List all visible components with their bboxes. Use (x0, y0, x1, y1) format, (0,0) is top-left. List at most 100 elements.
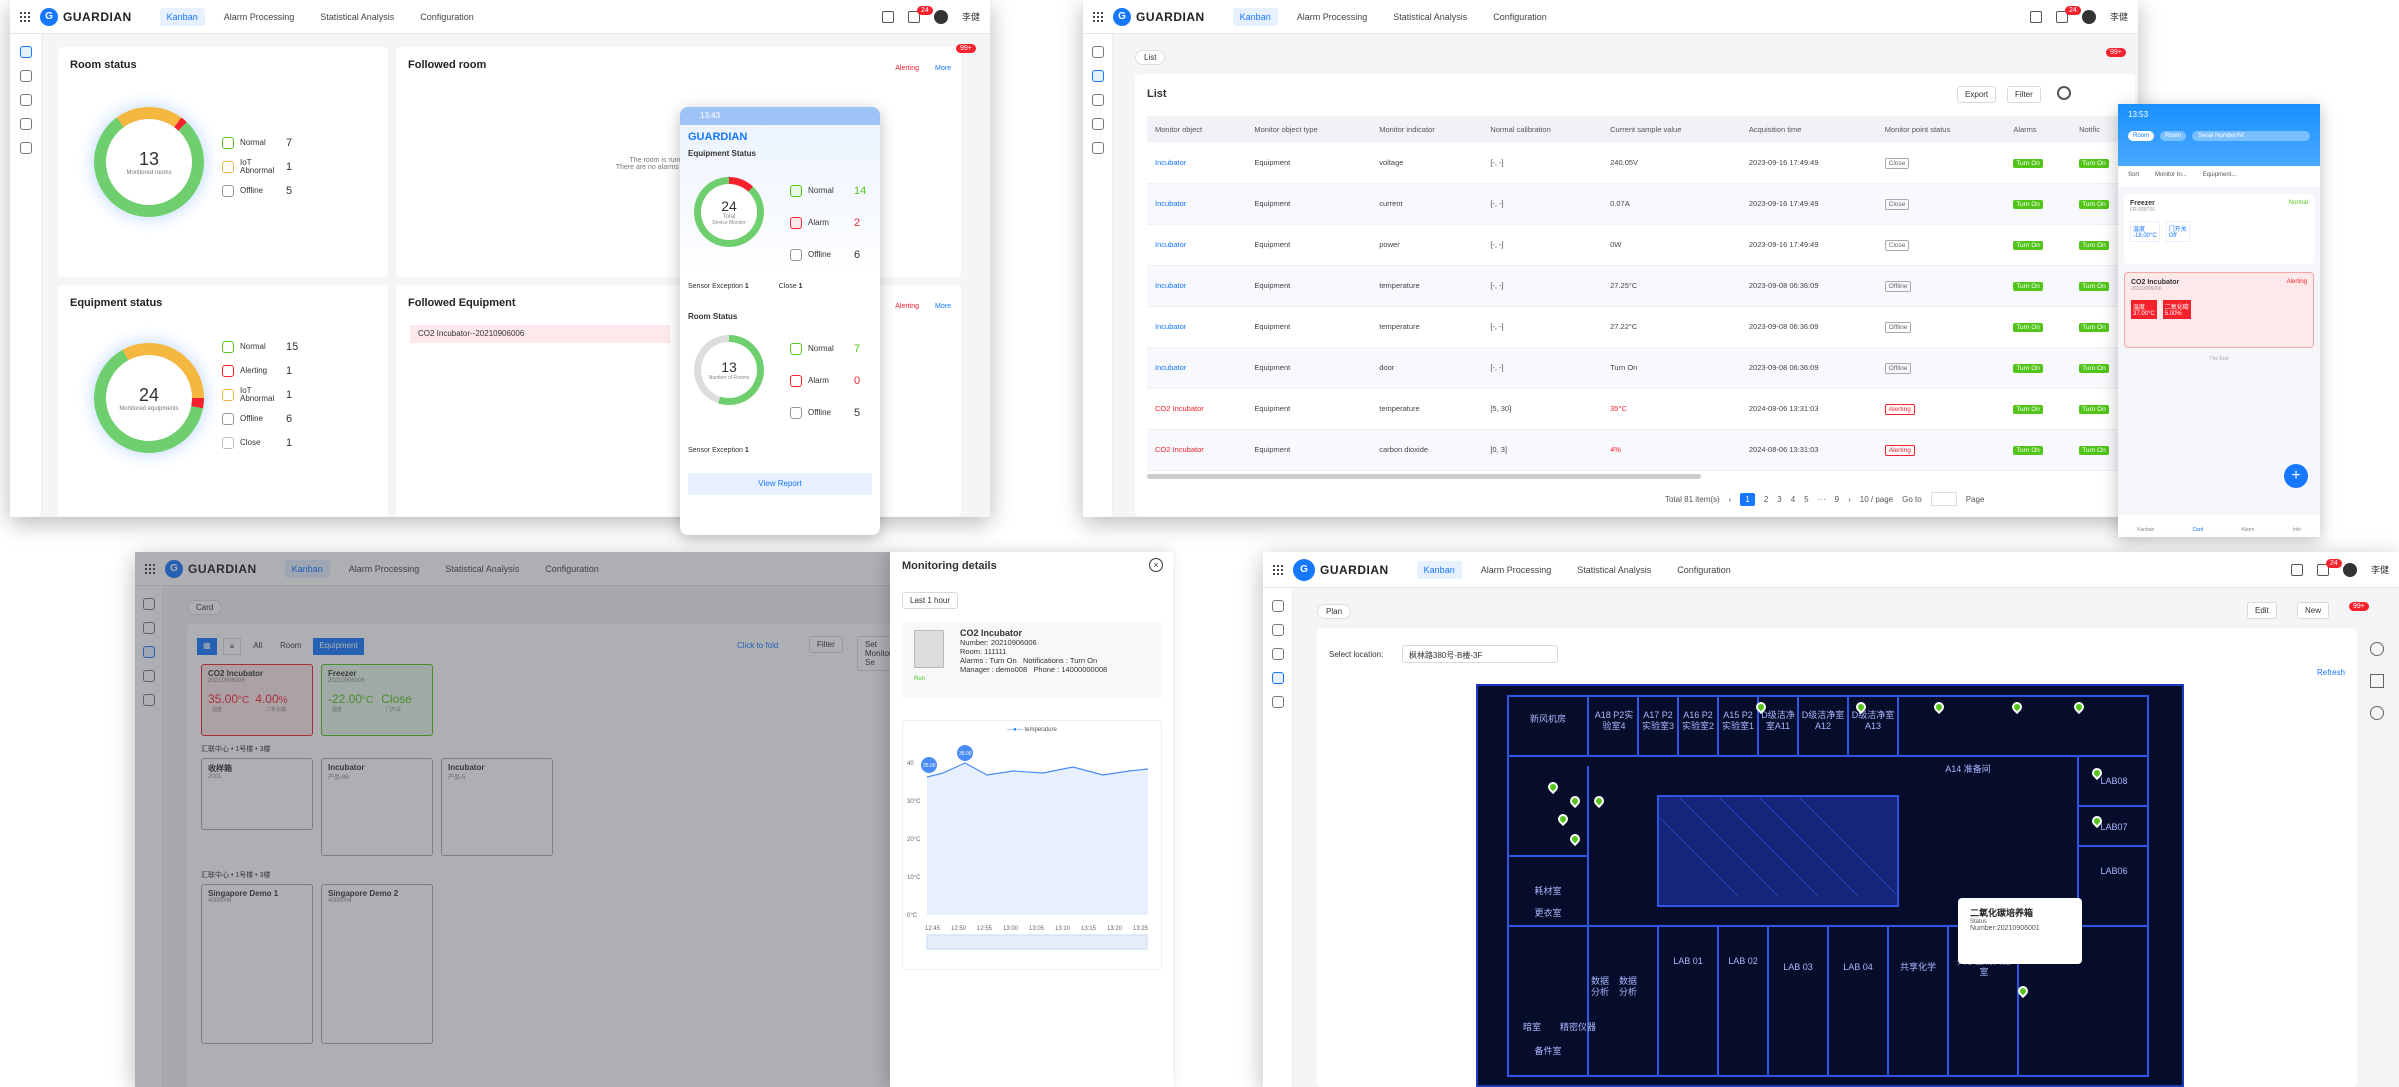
column-header[interactable]: Acquisition time (1740, 116, 1877, 142)
alerting-filter[interactable]: Alerting (895, 65, 919, 72)
table-cell[interactable]: Incubator (1147, 306, 1247, 348)
tab-statistical-analysis[interactable]: Statistical Analysis (1570, 561, 1658, 579)
notification-toggle[interactable]: Turn On (2079, 405, 2109, 414)
user-name[interactable]: 李健 (962, 10, 980, 23)
location-icon[interactable] (142, 694, 155, 706)
tab-kanban[interactable]: Kanban (1416, 560, 1462, 579)
filter-room[interactable]: Room (274, 638, 307, 655)
list-icon[interactable] (1091, 70, 1104, 82)
location-select[interactable]: 枫林路380号-B楼-3F (1402, 645, 1558, 663)
table-row[interactable]: Incubator Equipment voltage [-, -] 240.05V 20… (1147, 142, 2137, 184)
location-icon[interactable] (19, 142, 32, 154)
tab-statistical-analysis[interactable]: Statistical Analysis (438, 560, 526, 578)
filter-button[interactable]: Filter (2007, 86, 2041, 103)
card-icon[interactable] (142, 646, 155, 658)
column-header[interactable]: Monitor object type (1246, 116, 1372, 142)
view-grid-icon[interactable]: ▦ (197, 638, 217, 655)
notification-toggle[interactable]: Turn On (2079, 200, 2109, 209)
user-name[interactable]: 李健 (2371, 563, 2389, 576)
cell-value[interactable]: Incubator (1155, 199, 1186, 208)
map-icon[interactable] (142, 670, 155, 682)
cell-value[interactable]: Incubator (1155, 158, 1186, 167)
filter-all[interactable]: All (247, 638, 268, 655)
cell-value[interactable]: Incubator (1155, 240, 1186, 249)
card-icon[interactable] (1091, 94, 1104, 106)
column-header[interactable]: Current sample value (1602, 116, 1741, 142)
breadcrumb[interactable]: List (1135, 50, 1166, 65)
equipment-card[interactable]: Incubator 产品-5 (441, 758, 553, 856)
page-2[interactable]: 2 (1764, 495, 1768, 504)
table-row[interactable]: Incubator Equipment temperature [-, -] 27.22… (1147, 306, 2137, 348)
page-size-select[interactable]: 10 / page (1860, 495, 1893, 504)
message-icon[interactable] (2029, 10, 2042, 23)
message-icon[interactable] (881, 10, 894, 23)
search-input[interactable]: Serial Number/Nt (2192, 131, 2310, 141)
equipment-card[interactable]: Freezer 20210906006 -22.00°C Close 温度 门开关 (321, 664, 433, 736)
message-icon[interactable] (2290, 563, 2303, 576)
tab-alarm-processing[interactable]: Alarm Processing (217, 8, 302, 26)
column-header[interactable]: Normal calibration (1482, 116, 1603, 142)
table-cell[interactable]: Incubator (1147, 347, 1247, 389)
tab-configuration[interactable]: Configuration (538, 560, 606, 578)
add-button[interactable]: + (2284, 464, 2308, 488)
tab-alarm-processing[interactable]: Alarm Processing (1290, 8, 1375, 26)
floor-plan[interactable]: 新风机房 A18 P2实验室4 A17 P2实验室3 A16 P2实验室2 A1… (1476, 684, 2184, 1087)
tab-kanban[interactable]: Kanban (284, 559, 330, 578)
column-header[interactable]: Monitor object (1147, 116, 1247, 142)
avatar[interactable] (933, 9, 948, 24)
list-item[interactable]: CO2 Incubator Alerting 20210906006 温度 37.… (2124, 272, 2314, 348)
close-icon[interactable]: × (1149, 558, 1163, 572)
user-name[interactable]: 李健 (2110, 10, 2128, 23)
cell-value[interactable]: Incubator (1155, 281, 1186, 290)
cell-value[interactable]: CO2 Incubator (1155, 404, 1204, 413)
table-row[interactable]: CO2 Incubator Equipment temperature [5, 30]… (1147, 388, 2137, 430)
table-row[interactable]: CO2 Incubator Equipment carbon dioxide [0, … (1147, 429, 2137, 471)
tab-configuration[interactable]: Configuration (1670, 561, 1738, 579)
table-row[interactable]: Incubator Equipment current [-, -] 0.07A 2023… (1147, 183, 2137, 225)
list-item[interactable]: Freezer Normal FR-008706 温度 -18.00°C 门开关 Of… (2124, 194, 2314, 264)
breadcrumb[interactable]: Plan (1317, 604, 1352, 619)
time-range-select[interactable]: Last 1 hour (902, 592, 959, 609)
location-icon[interactable] (1091, 142, 1104, 154)
view-list-icon[interactable]: ≡ (222, 638, 242, 655)
fullscreen-icon[interactable] (2370, 674, 2384, 688)
dashboard-icon[interactable] (1271, 600, 1284, 612)
apps-grid-icon[interactable] (145, 563, 155, 574)
notification-toggle[interactable]: Turn On (2079, 364, 2109, 373)
cell-value[interactable]: CO2 Incubator (1155, 445, 1204, 454)
tab-kanban[interactable]: Kanban (1232, 7, 1278, 26)
followed-equipment-item[interactable]: CO2 Incubator--20210906006 (410, 325, 670, 343)
dashboard-icon[interactable] (142, 598, 155, 610)
column-header[interactable]: Monitor indicator (1371, 116, 1483, 142)
view-report-button[interactable]: View Report (688, 473, 872, 495)
set-monitoring-button[interactable]: Set Monitoring Se (857, 636, 890, 671)
map-icon[interactable] (1091, 118, 1104, 130)
map-icon[interactable] (19, 118, 32, 130)
horizontal-scrollbar[interactable] (1147, 474, 1701, 479)
fold-link[interactable]: Click to fold (737, 641, 778, 650)
table-cell[interactable]: CO2 Incubator (1147, 388, 1247, 430)
equipment-card[interactable]: 收样箱 2001 (201, 758, 313, 830)
table-row[interactable]: Incubator Equipment temperature [-, -] 27.25… (1147, 265, 2137, 307)
apps-grid-icon[interactable] (20, 11, 30, 22)
user-icon[interactable] (2370, 706, 2384, 720)
breadcrumb[interactable]: Card (187, 600, 223, 615)
table-row[interactable]: Incubator Equipment door [-, -] Turn On 2023-… (1147, 347, 2137, 389)
notification-toggle[interactable]: Turn On (2079, 446, 2109, 455)
page-1[interactable]: 1 (1740, 492, 1755, 506)
table-cell[interactable]: Incubator (1147, 142, 1247, 184)
edit-button[interactable]: Edit (2247, 602, 2277, 619)
table-cell[interactable]: Incubator (1147, 183, 1247, 225)
page-4[interactable]: 4 (1791, 495, 1795, 504)
settings-icon[interactable] (2057, 86, 2071, 100)
equipment-card[interactable]: CO2 Incubator 20210906006 35.00°C 4.00% 温度… (201, 664, 313, 736)
goto-input[interactable] (1930, 492, 1957, 506)
notification-toggle[interactable]: Turn On (2079, 282, 2109, 291)
table-cell[interactable]: Incubator (1147, 224, 1247, 266)
equipment-card[interactable]: Singapore Demo 1 4000006 (201, 884, 313, 1044)
bell-icon[interactable]: 24 (2055, 5, 2081, 23)
notification-toggle[interactable]: Turn On (2079, 158, 2109, 168)
refresh-link[interactable]: Refresh (2317, 668, 2345, 677)
card-icon[interactable] (1271, 648, 1284, 660)
cell-value[interactable]: Incubator (1155, 322, 1186, 331)
